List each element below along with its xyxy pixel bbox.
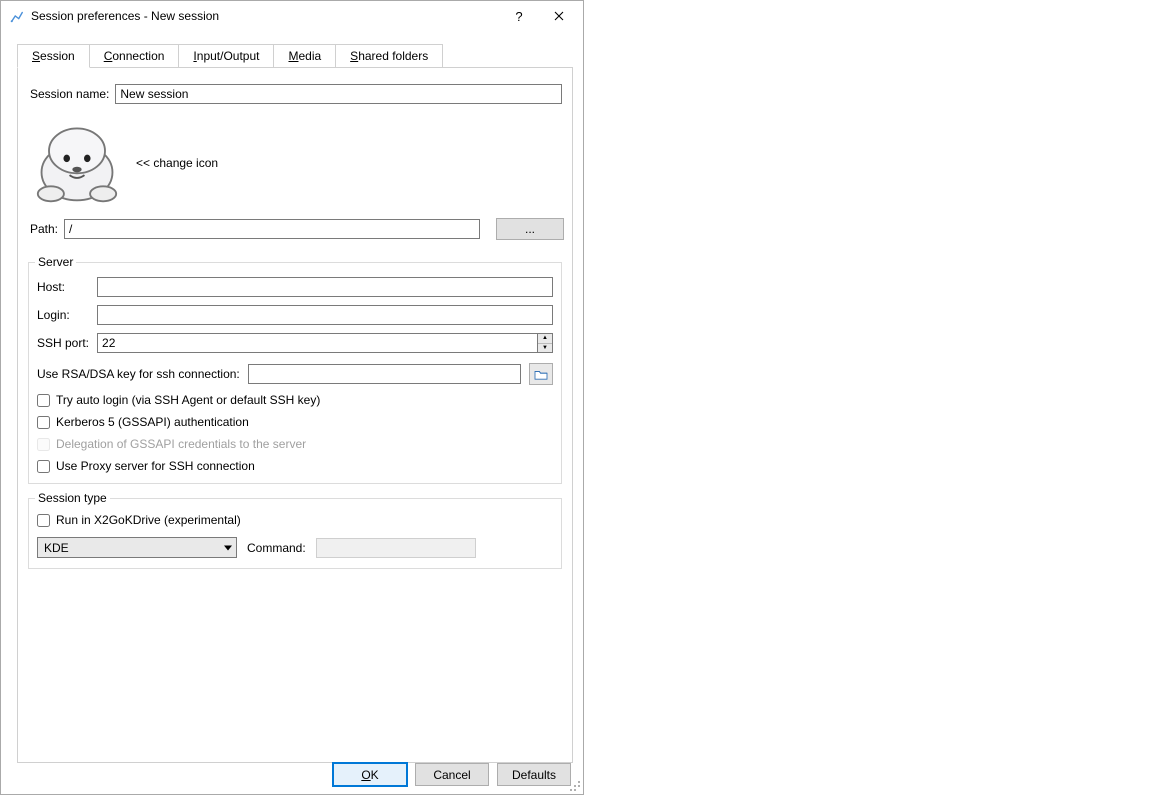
chevron-down-icon — [224, 545, 232, 550]
kdrive-label[interactable]: Run in X2GoKDrive (experimental) — [56, 513, 241, 527]
cancel-button[interactable]: Cancel — [415, 763, 489, 786]
ssh-port-spin-up[interactable]: ▲ — [538, 334, 552, 344]
proxy-label[interactable]: Use Proxy server for SSH connection — [56, 459, 255, 473]
kdrive-checkbox[interactable] — [37, 514, 50, 527]
window-title: Session preferences - New session — [31, 9, 499, 23]
auto-login-checkbox[interactable] — [37, 394, 50, 407]
folder-open-icon — [534, 368, 548, 380]
command-label: Command: — [247, 541, 306, 555]
login-label: Login: — [37, 308, 89, 322]
help-button[interactable]: ? — [499, 2, 539, 30]
session-name-input[interactable] — [115, 84, 562, 104]
server-group: Server Host: Login: SSH port: ▲ ▼ Use RS… — [28, 262, 562, 484]
ssh-port-spin-down[interactable]: ▼ — [538, 344, 552, 353]
session-type-selected: KDE — [44, 541, 69, 555]
dialog-button-bar: OK Cancel Defaults — [333, 763, 571, 786]
session-type-group: Session type Run in X2GoKDrive (experime… — [28, 498, 562, 569]
tab-connection[interactable]: Connection — [90, 44, 180, 68]
kerberos-label[interactable]: Kerberos 5 (GSSAPI) authentication — [56, 415, 249, 429]
change-icon-link[interactable]: << change icon — [136, 156, 218, 170]
tab-shared-folders[interactable]: Shared folders — [336, 44, 443, 68]
tab-page-session: Session name: << change icon — [17, 67, 573, 763]
server-legend: Server — [35, 255, 76, 269]
path-input[interactable] — [64, 219, 480, 239]
session-type-legend: Session type — [35, 491, 110, 505]
rsa-key-browse-button[interactable] — [529, 363, 553, 385]
kerberos-checkbox[interactable] — [37, 416, 50, 429]
tab-session[interactable]: Session — [17, 44, 90, 68]
ssh-port-label: SSH port: — [37, 336, 89, 350]
defaults-button[interactable]: Defaults — [497, 763, 571, 786]
host-input[interactable] — [97, 277, 553, 297]
delegation-checkbox — [37, 438, 50, 451]
path-label: Path: — [30, 222, 58, 236]
session-preferences-window: Session preferences - New session ? Sess… — [0, 0, 584, 795]
proxy-checkbox[interactable] — [37, 460, 50, 473]
tab-media[interactable]: Media — [274, 44, 336, 68]
tab-input-output[interactable]: Input/Output — [179, 44, 274, 68]
tabstrip: Session Connection Input/Output Media Sh… — [17, 43, 583, 67]
session-icon[interactable] — [30, 121, 124, 205]
app-icon — [9, 8, 25, 24]
path-browse-button[interactable]: ... — [496, 218, 564, 240]
titlebar: Session preferences - New session ? — [1, 1, 583, 31]
auto-login-label[interactable]: Try auto login (via SSH Agent or default… — [56, 393, 320, 407]
resize-grip[interactable] — [568, 779, 582, 793]
session-type-combo[interactable]: KDE — [37, 537, 237, 558]
delegation-label: Delegation of GSSAPI credentials to the … — [56, 437, 306, 451]
rsa-key-input[interactable] — [248, 364, 521, 384]
command-input — [316, 538, 476, 558]
login-input[interactable] — [97, 305, 553, 325]
rsa-key-label: Use RSA/DSA key for ssh connection: — [37, 367, 240, 381]
ssh-port-input[interactable] — [97, 333, 537, 353]
host-label: Host: — [37, 280, 89, 294]
ok-button[interactable]: OK — [333, 763, 407, 786]
close-button[interactable] — [539, 2, 579, 30]
session-name-label: Session name: — [30, 87, 109, 101]
